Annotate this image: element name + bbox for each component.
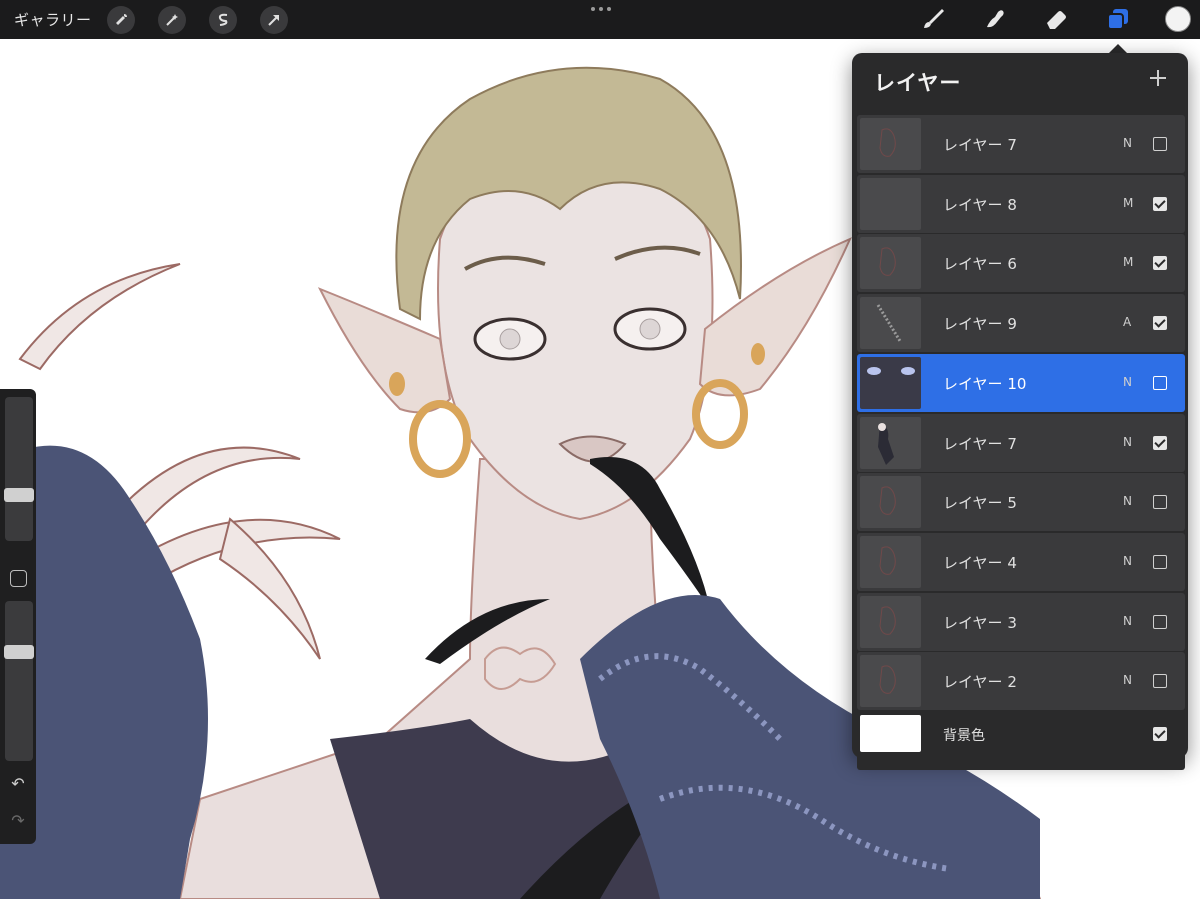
layer-visibility-checkbox[interactable] <box>1153 554 1167 569</box>
layer-visibility-checkbox[interactable] <box>1153 674 1167 689</box>
layer-row[interactable]: レイヤー 2 N <box>857 652 1185 711</box>
plus-icon[interactable] <box>1147 67 1169 89</box>
layer-row[interactable]: レイヤー 5 N <box>857 473 1185 532</box>
layer-visibility-checkbox[interactable] <box>1153 435 1167 450</box>
layer-name: レイヤー 6 <box>943 255 1017 274</box>
layer-row[interactable]: レイヤー 4 N <box>857 532 1185 591</box>
layer-thumbnail <box>860 595 921 648</box>
layers-icon[interactable] <box>1105 6 1131 32</box>
layer-name: レイヤー 4 <box>943 553 1017 572</box>
opacity-slider[interactable] <box>4 601 34 761</box>
layer-blend-mode[interactable]: M <box>1123 196 1133 210</box>
layer-name: レイヤー 2 <box>943 673 1017 692</box>
layer-blend-mode[interactable]: N <box>1123 554 1132 568</box>
layer-visibility-checkbox[interactable] <box>1153 614 1167 629</box>
color-picker-button[interactable] <box>1165 6 1191 32</box>
panel-title: レイヤー <box>874 71 962 95</box>
wrench-icon[interactable] <box>107 6 135 34</box>
layers-panel: レイヤー レイヤー 7 N レイヤー 8 M レイヤー 6 M レイヤー 9 A レイヤー 10… <box>852 53 1188 770</box>
layer-blend-mode[interactable]: A <box>1123 315 1131 329</box>
layer-visibility-checkbox[interactable] <box>1153 495 1167 510</box>
more-options-icon[interactable] <box>589 5 613 13</box>
layer-row[interactable]: レイヤー 6 M <box>857 234 1185 293</box>
layer-row[interactable]: レイヤー 7 N <box>857 413 1185 472</box>
brush-size-slider[interactable] <box>4 397 34 541</box>
layer-thumbnail <box>860 118 921 170</box>
layer-thumbnail <box>860 177 921 230</box>
layer-blend-mode[interactable]: N <box>1123 614 1132 628</box>
magic-wand-icon[interactable] <box>158 6 186 34</box>
eraser-icon[interactable] <box>1043 6 1069 32</box>
layer-visibility-checkbox[interactable] <box>1153 137 1167 151</box>
layer-row[interactable]: レイヤー 3 N <box>857 592 1185 651</box>
selection-s-icon[interactable] <box>209 6 237 34</box>
layer-name: レイヤー 5 <box>943 494 1017 513</box>
background-visibility-checkbox[interactable] <box>1153 727 1167 741</box>
layer-thumbnail <box>860 237 921 290</box>
eyedropper-square-button[interactable] <box>10 570 27 587</box>
background-color-swatch[interactable] <box>860 715 921 752</box>
layer-name: レイヤー 3 <box>943 613 1017 632</box>
background-layer-name: 背景色 <box>943 728 985 744</box>
layer-thumbnail <box>860 476 921 529</box>
layer-blend-mode[interactable]: N <box>1123 494 1132 508</box>
left-sidebar: ↶ ↷ <box>0 389 36 844</box>
layer-name: レイヤー 9 <box>943 315 1017 334</box>
layer-visibility-checkbox[interactable] <box>1153 316 1167 331</box>
gallery-button[interactable]: ギャラリー <box>14 9 92 30</box>
layer-blend-mode[interactable]: N <box>1123 375 1132 389</box>
layer-name: レイヤー 7 <box>943 434 1017 453</box>
layer-thumbnail <box>860 416 921 469</box>
redo-icon[interactable]: ↷ <box>9 812 27 830</box>
layer-blend-mode[interactable]: M <box>1123 255 1133 269</box>
layer-name: レイヤー 8 <box>943 195 1017 214</box>
layer-name: レイヤー 10 <box>943 374 1027 393</box>
smudge-icon[interactable] <box>982 6 1008 32</box>
layer-visibility-checkbox[interactable] <box>1153 256 1167 271</box>
layer-blend-mode[interactable]: N <box>1123 435 1132 449</box>
layer-visibility-checkbox[interactable] <box>1153 375 1167 390</box>
layer-blend-mode[interactable]: N <box>1123 136 1132 150</box>
layer-thumbnail <box>860 356 921 409</box>
layer-thumbnail <box>860 535 921 588</box>
layer-row[interactable]: レイヤー 8 M <box>857 174 1185 233</box>
layer-thumbnail <box>860 297 921 350</box>
undo-icon[interactable]: ↶ <box>9 775 27 793</box>
layer-row[interactable]: レイヤー 10 N <box>857 353 1185 412</box>
layer-visibility-checkbox[interactable] <box>1153 196 1167 211</box>
top-toolbar: ギャラリー <box>0 0 1200 39</box>
brush-icon[interactable] <box>920 6 946 32</box>
brush-size-thumb[interactable] <box>4 488 34 502</box>
opacity-thumb[interactable] <box>4 645 34 659</box>
layer-blend-mode[interactable]: N <box>1123 673 1132 687</box>
background-color-row[interactable]: 背景色 <box>857 712 1185 770</box>
layer-row[interactable]: レイヤー 7 N <box>857 115 1185 173</box>
layer-row[interactable]: レイヤー 9 A <box>857 294 1185 353</box>
layer-thumbnail <box>860 655 921 708</box>
transform-arrow-icon[interactable] <box>260 6 288 34</box>
layer-name: レイヤー 7 <box>943 136 1017 154</box>
